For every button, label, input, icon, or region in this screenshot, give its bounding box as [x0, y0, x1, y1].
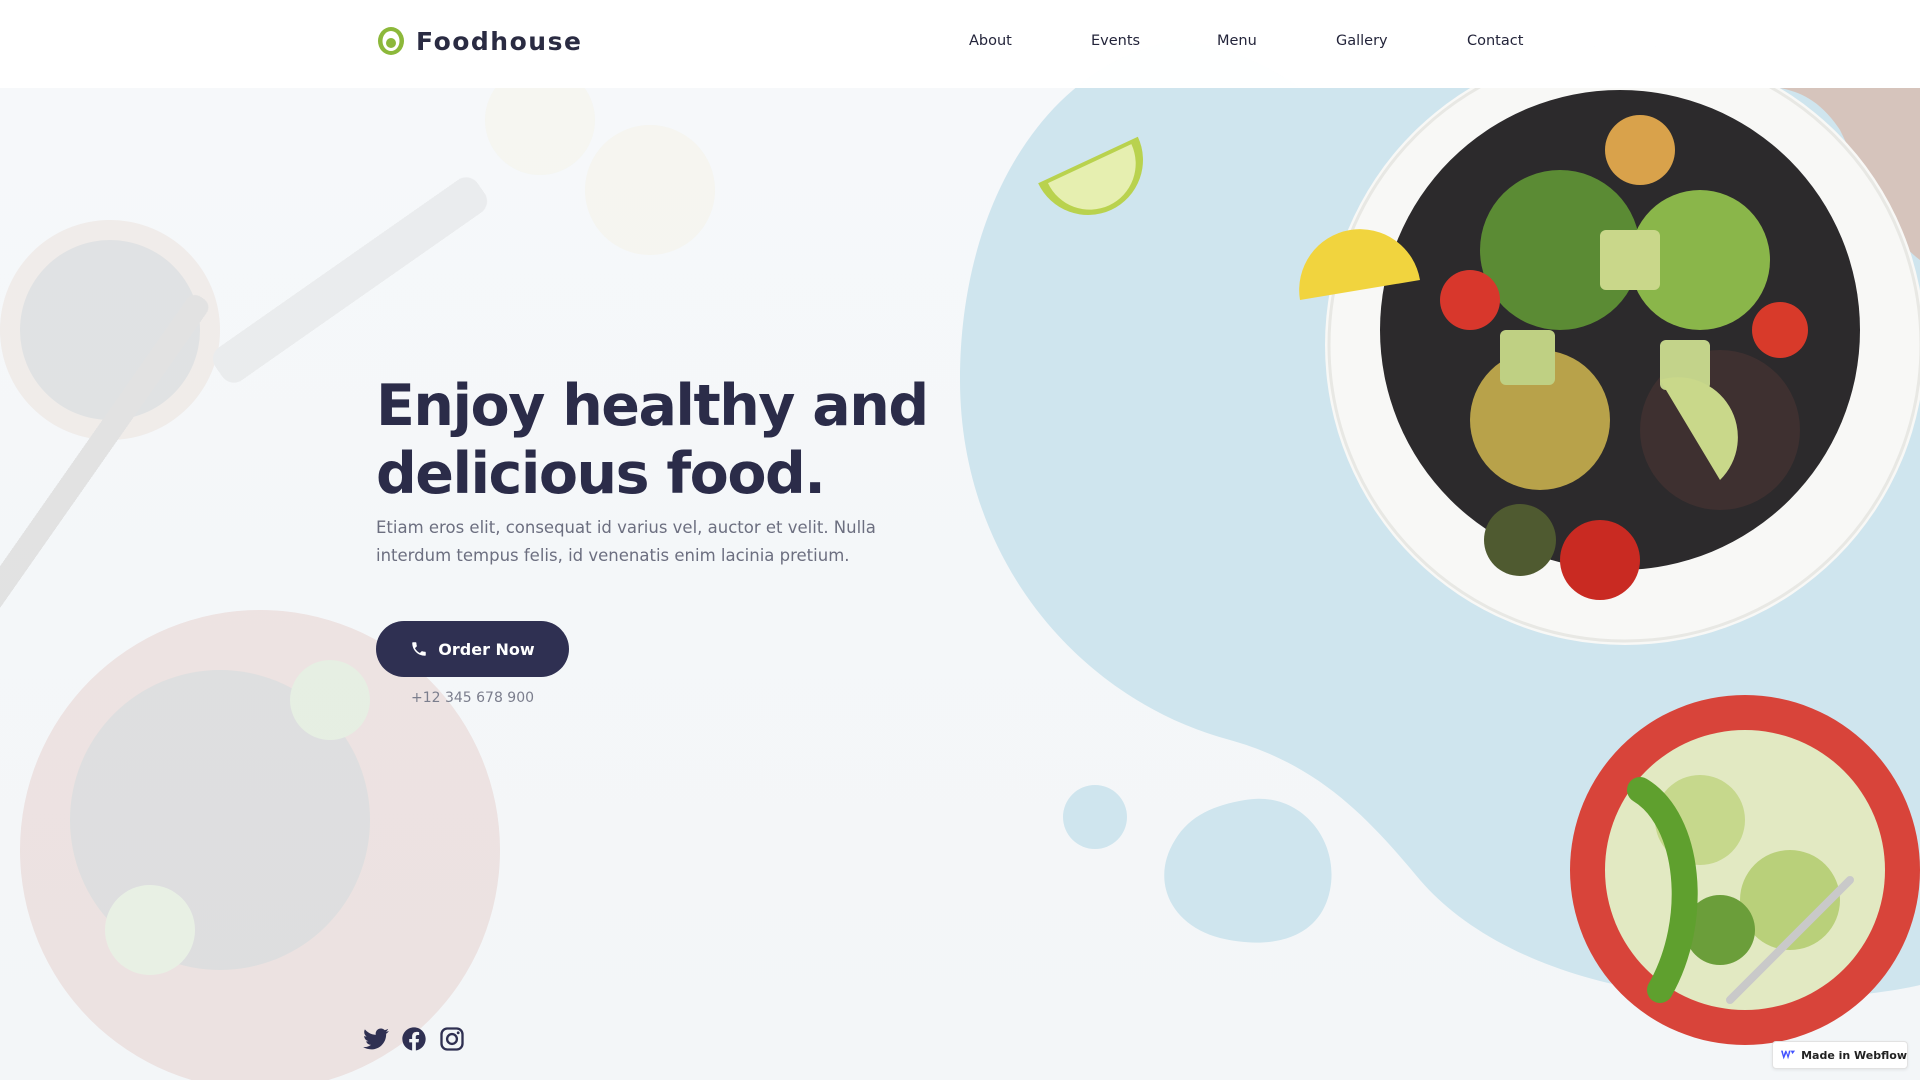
twitter-icon[interactable]	[362, 1025, 390, 1053]
instagram-icon[interactable]	[438, 1025, 466, 1053]
phone-number[interactable]: +12 345 678 900	[376, 690, 569, 706]
nav-events[interactable]: Events	[1091, 33, 1140, 49]
nav-contact[interactable]: Contact	[1467, 33, 1523, 49]
landing-page: Foodhouse About Events Menu Gallery Cont…	[0, 0, 1920, 1080]
small-blob	[1063, 785, 1127, 849]
social-links	[362, 1025, 466, 1053]
phone-icon	[412, 642, 427, 656]
nav-menu[interactable]: Menu	[1217, 33, 1257, 49]
hero-headline: Enjoy healthy and delicious food.	[376, 373, 929, 507]
made-in-webflow-badge[interactable]: Made in Webflow	[1772, 1041, 1908, 1069]
facebook-icon[interactable]	[400, 1025, 428, 1053]
webflow-icon	[1781, 1050, 1796, 1060]
hero-section: Enjoy healthy and delicious food. Etiam …	[376, 372, 929, 706]
badge-label: Made in Webflow	[1801, 1048, 1907, 1062]
order-now-button[interactable]: Order Now	[376, 621, 569, 677]
site-header: Foodhouse About Events Menu Gallery Cont…	[0, 0, 1920, 88]
nav-gallery[interactable]: Gallery	[1336, 33, 1388, 49]
order-now-label: Order Now	[438, 639, 535, 659]
hero-subtext: Etiam eros elit, consequat id varius vel…	[376, 518, 876, 565]
hero-food-illustration	[960, 40, 1920, 1045]
medium-blob	[1164, 798, 1332, 943]
nav-about[interactable]: About	[969, 33, 1012, 49]
main-nav: About Events Menu Gallery Contact	[0, 33, 1920, 55]
